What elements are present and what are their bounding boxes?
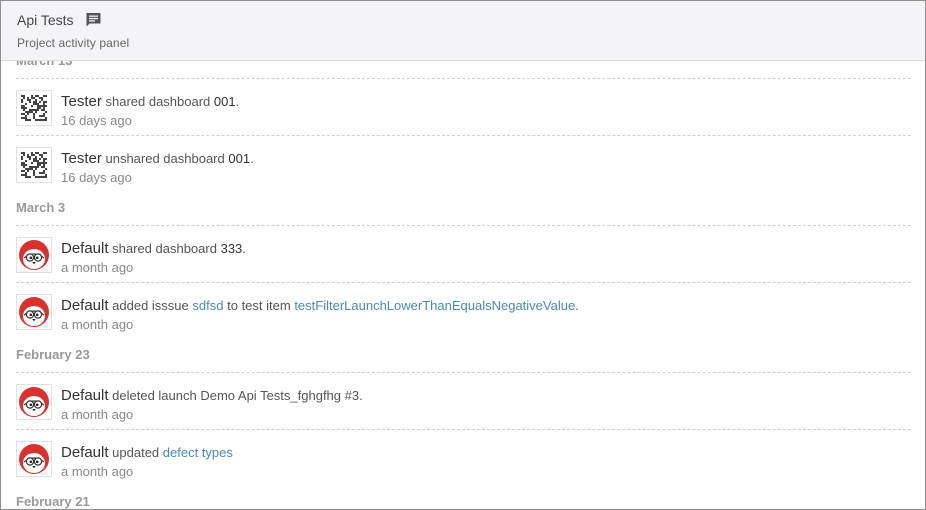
panel-header: Api Tests Project activity panel xyxy=(1,1,925,61)
activity-panel: March 13 Tester shared dashboard 001. 16… xyxy=(0,0,926,510)
activity-text: Tester unshared dashboard 001. xyxy=(61,150,254,167)
user-name[interactable]: Tester xyxy=(61,93,102,110)
divider xyxy=(16,282,911,283)
dashboard-name: 001 xyxy=(228,151,251,166)
activity-text: Default shared dashboard 333. xyxy=(61,240,246,257)
user-name[interactable]: Default xyxy=(61,297,109,314)
timestamp: a month ago xyxy=(61,317,134,332)
activity-text: Default updated defect types xyxy=(61,444,233,461)
timestamp: 16 days ago xyxy=(61,170,132,185)
user-name[interactable]: Tester xyxy=(61,150,102,167)
dashboard-name: 333 xyxy=(220,241,243,256)
timestamp: 16 days ago xyxy=(61,113,132,128)
activity-item: Default deleted launch Demo Api Tests_fg… xyxy=(16,384,911,440)
header-title-row: Api Tests xyxy=(17,12,102,28)
divider xyxy=(16,429,911,430)
activity-item: Default added isssue sdfsd to test item … xyxy=(16,294,911,350)
penguin-avatar xyxy=(16,294,52,330)
activity-item: Default updated defect types a month ago xyxy=(16,441,911,497)
divider xyxy=(16,225,911,226)
date-header: February 21 xyxy=(16,494,90,509)
panel-subtitle: Project activity panel xyxy=(17,36,130,50)
activity-text: Tester shared dashboard 001. xyxy=(61,93,239,110)
action-text: unshared dashboard xyxy=(105,151,225,166)
activity-text: Default added isssue sdfsd to test item … xyxy=(61,297,579,314)
penguin-avatar xyxy=(16,384,52,420)
defect-types-link[interactable]: defect types xyxy=(163,445,233,460)
divider xyxy=(16,78,911,79)
panel-title: Api Tests xyxy=(17,12,74,28)
action-text: updated xyxy=(112,445,160,460)
action-text: deleted launch Demo Api Tests_fghgfhg #3… xyxy=(112,388,363,403)
test-item-link[interactable]: testFilterLaunchLowerThanEqualsNegativeV… xyxy=(294,298,575,313)
date-header: March 3 xyxy=(16,200,66,215)
action-text: to test item xyxy=(227,298,291,313)
qr-pattern-avatar xyxy=(16,147,52,183)
timestamp: a month ago xyxy=(61,464,134,479)
suffix: . xyxy=(242,241,246,256)
suffix: . xyxy=(235,94,240,109)
divider xyxy=(16,372,911,373)
date-header: February 23 xyxy=(16,347,90,362)
suffix: . xyxy=(575,298,579,313)
timestamp: a month ago xyxy=(61,260,134,275)
timestamp: a month ago xyxy=(61,407,134,422)
divider xyxy=(16,135,911,136)
qr-pattern-avatar xyxy=(16,90,52,126)
action-text: added isssue xyxy=(112,298,189,313)
issue-link[interactable]: sdfsd xyxy=(192,298,223,313)
comment-icon xyxy=(85,12,102,28)
user-name[interactable]: Default xyxy=(61,444,109,461)
action-text: shared dashboard xyxy=(112,241,217,256)
activity-item: Tester shared dashboard 001. 16 days ago xyxy=(16,90,911,146)
activity-item: Default shared dashboard 333. a month ag… xyxy=(16,237,911,293)
action-text: shared dashboard xyxy=(105,94,211,109)
penguin-avatar xyxy=(16,237,52,273)
suffix: . xyxy=(250,151,254,166)
activity-item: Tester unshared dashboard 001. 16 days a… xyxy=(16,147,911,203)
penguin-avatar xyxy=(16,441,52,477)
user-name[interactable]: Default xyxy=(61,387,109,404)
user-name[interactable]: Default xyxy=(61,240,109,257)
activity-text: Default deleted launch Demo Api Tests_fg… xyxy=(61,387,363,404)
dashboard-name: 001 xyxy=(213,94,236,109)
